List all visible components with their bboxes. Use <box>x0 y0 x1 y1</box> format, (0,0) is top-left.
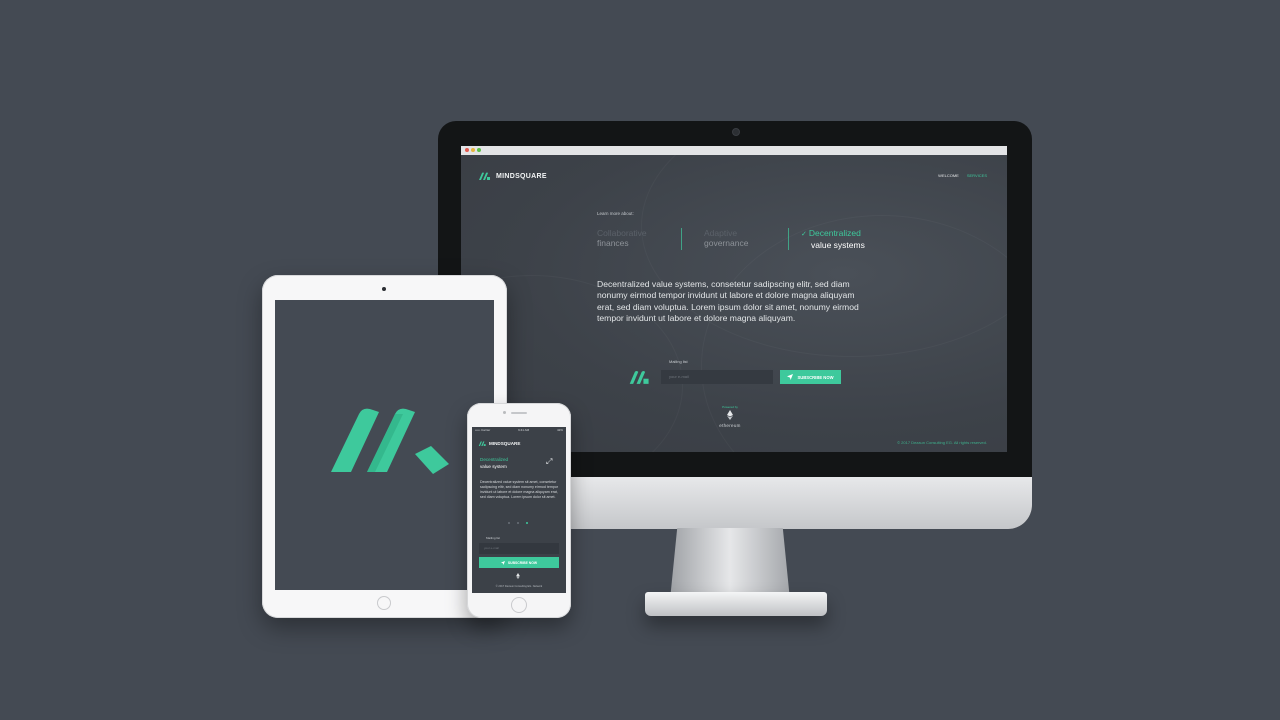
top-nav: WELCOME SERVICES <box>938 173 987 178</box>
nav-item-services[interactable]: SERVICES <box>967 173 987 178</box>
mailing-list-label: Mailing list <box>669 359 688 364</box>
close-window-dot[interactable] <box>465 148 469 152</box>
ipad-home-button[interactable] <box>377 596 391 610</box>
checkmark-icon: ✓ <box>801 231 807 238</box>
battery-text: 42% <box>556 428 563 432</box>
powered-by-label: Powered by <box>722 405 738 409</box>
ipad-camera <box>382 287 386 291</box>
ethereum-wordmark[interactable]: ethereum <box>707 423 753 428</box>
subscribe-label: SUBSCRIBE NOW <box>507 560 538 565</box>
topic-line1: Decentralized <box>480 457 509 462</box>
topic-line2: governance <box>704 238 749 248</box>
logo-wordmark: MINDSQUARE <box>496 172 547 180</box>
imac-stand-foot <box>645 592 827 616</box>
paper-plane-icon <box>787 374 794 380</box>
topic-description: Decentralized value system sit amet, con… <box>480 480 559 499</box>
mindsquare-logo-icon <box>478 441 486 446</box>
subscribe-button[interactable]: SUBSCRIBE NOW <box>479 557 559 568</box>
carousel-dot[interactable] <box>517 522 519 524</box>
topic-collaborative-finances[interactable]: Collaborative finances <box>597 228 647 248</box>
logo-wordmark: MINDSQUARE <box>489 441 521 446</box>
carousel-dots <box>508 522 528 524</box>
iphone-speaker <box>511 412 527 414</box>
imac-stand-neck <box>670 528 790 600</box>
topic-line1: Adaptive <box>704 228 738 238</box>
topic-line1: ✓ Decentralized <box>801 228 861 238</box>
iphone-home-button[interactable] <box>511 597 527 613</box>
maximize-window-dot[interactable] <box>477 148 481 152</box>
ethereum-icon <box>516 573 520 579</box>
iphone-camera <box>503 411 506 414</box>
email-input[interactable]: your e-mail <box>661 370 773 384</box>
topic-description: Decentralized value systems, consetetur … <box>597 279 859 323</box>
iphone-screen: ••••• Carrier 9:41 AM 42% MINDSQUARE Dec… <box>472 427 566 593</box>
topic-divider <box>788 228 789 250</box>
carrier-text: ••••• Carrier <box>475 428 491 432</box>
topic-divider <box>681 228 682 250</box>
copyright-text: © 2017 Dezaun Consulting EG. Network <box>495 585 543 588</box>
minimize-window-dot[interactable] <box>471 148 475 152</box>
imac-camera <box>732 128 740 136</box>
email-input[interactable]: your e-mail <box>479 543 559 554</box>
site-logo[interactable]: MINDSQUARE <box>478 441 520 446</box>
iphone-device: ••••• Carrier 9:41 AM 42% MINDSQUARE Dec… <box>467 403 571 618</box>
mindsquare-logo-icon <box>331 408 449 474</box>
paper-plane-icon <box>500 560 505 565</box>
carousel-dot[interactable] <box>508 522 510 524</box>
topic-line2: finances <box>597 238 629 248</box>
learn-more-label: Learn more about: <box>597 211 634 216</box>
subscribe-label: SUBSCRIBE NOW <box>797 374 834 380</box>
mailing-list-label: Mailing list <box>486 536 501 540</box>
ethereum-icon <box>727 410 733 420</box>
topic-line1: Collaborative <box>597 228 647 238</box>
status-bar: ••••• Carrier 9:41 AM 42% <box>472 427 566 433</box>
topic-line2: value systems <box>811 240 865 250</box>
topic-adaptive-governance[interactable]: Adaptive governance <box>704 228 748 248</box>
ipad-screen <box>275 300 494 590</box>
network-icon: ⤢ <box>546 457 553 466</box>
copyright-text: © 2017 Dezaun Consulting EG. All rights … <box>897 440 987 445</box>
carousel-dot-active[interactable] <box>526 522 528 524</box>
subscribe-button[interactable]: SUBSCRIBE NOW <box>780 370 841 384</box>
mindsquare-logo-icon <box>479 172 490 180</box>
site-logo[interactable]: MINDSQUARE <box>478 172 547 180</box>
nav-item-welcome[interactable]: WELCOME <box>938 173 959 178</box>
clock-text: 9:41 AM <box>518 428 530 432</box>
footer-logo-icon <box>628 370 652 389</box>
topic-decentralized-value-systems[interactable]: ✓ Decentralized value systems <box>801 228 865 250</box>
topic-line2: value system <box>480 464 507 469</box>
